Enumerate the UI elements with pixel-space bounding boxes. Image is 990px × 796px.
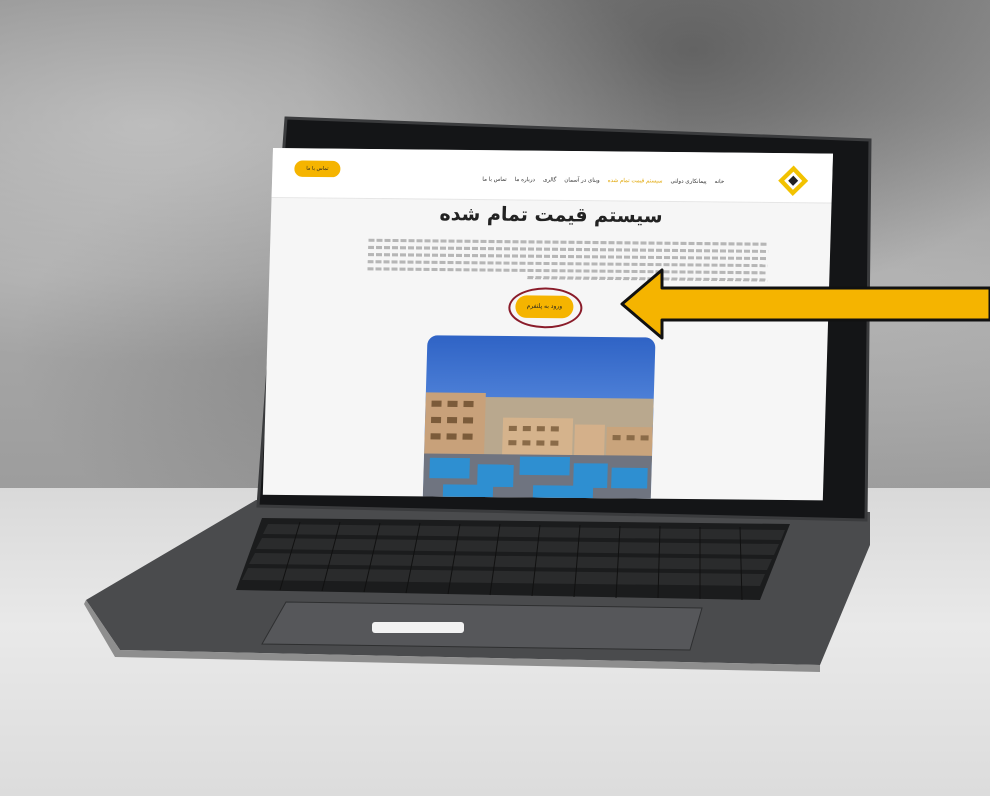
construction-site-photo [422, 335, 656, 501]
site-header: تماس با ما خانه پیمانکاری دولتی سیستم قی… [271, 148, 833, 204]
nav-item-cost-system[interactable]: سیستم قیمت تمام شده [608, 178, 663, 185]
site-logo-icon[interactable] [776, 163, 811, 198]
nav-item-about[interactable]: درباره ما [515, 177, 535, 183]
enter-platform-button[interactable]: ورود به پلتفرم [515, 295, 574, 319]
nav-item-gallery[interactable]: گالری [543, 177, 556, 183]
left-arrow-icon [620, 268, 990, 340]
contact-button[interactable]: تماس با ما [294, 160, 341, 178]
nav-item-contact[interactable]: تماس با ما [482, 177, 507, 183]
main-navigation: خانه پیمانکاری دولتی سیستم قیمت تمام شده… [482, 177, 724, 186]
page-title: سیستم قیمت تمام شده [439, 202, 664, 228]
nav-item-home[interactable]: خانه [714, 179, 724, 185]
nav-item-sky-building[interactable]: وبنای در آسمان [564, 177, 600, 183]
nav-item-government-contracting[interactable]: پیمانکاری دولتی [670, 179, 706, 185]
